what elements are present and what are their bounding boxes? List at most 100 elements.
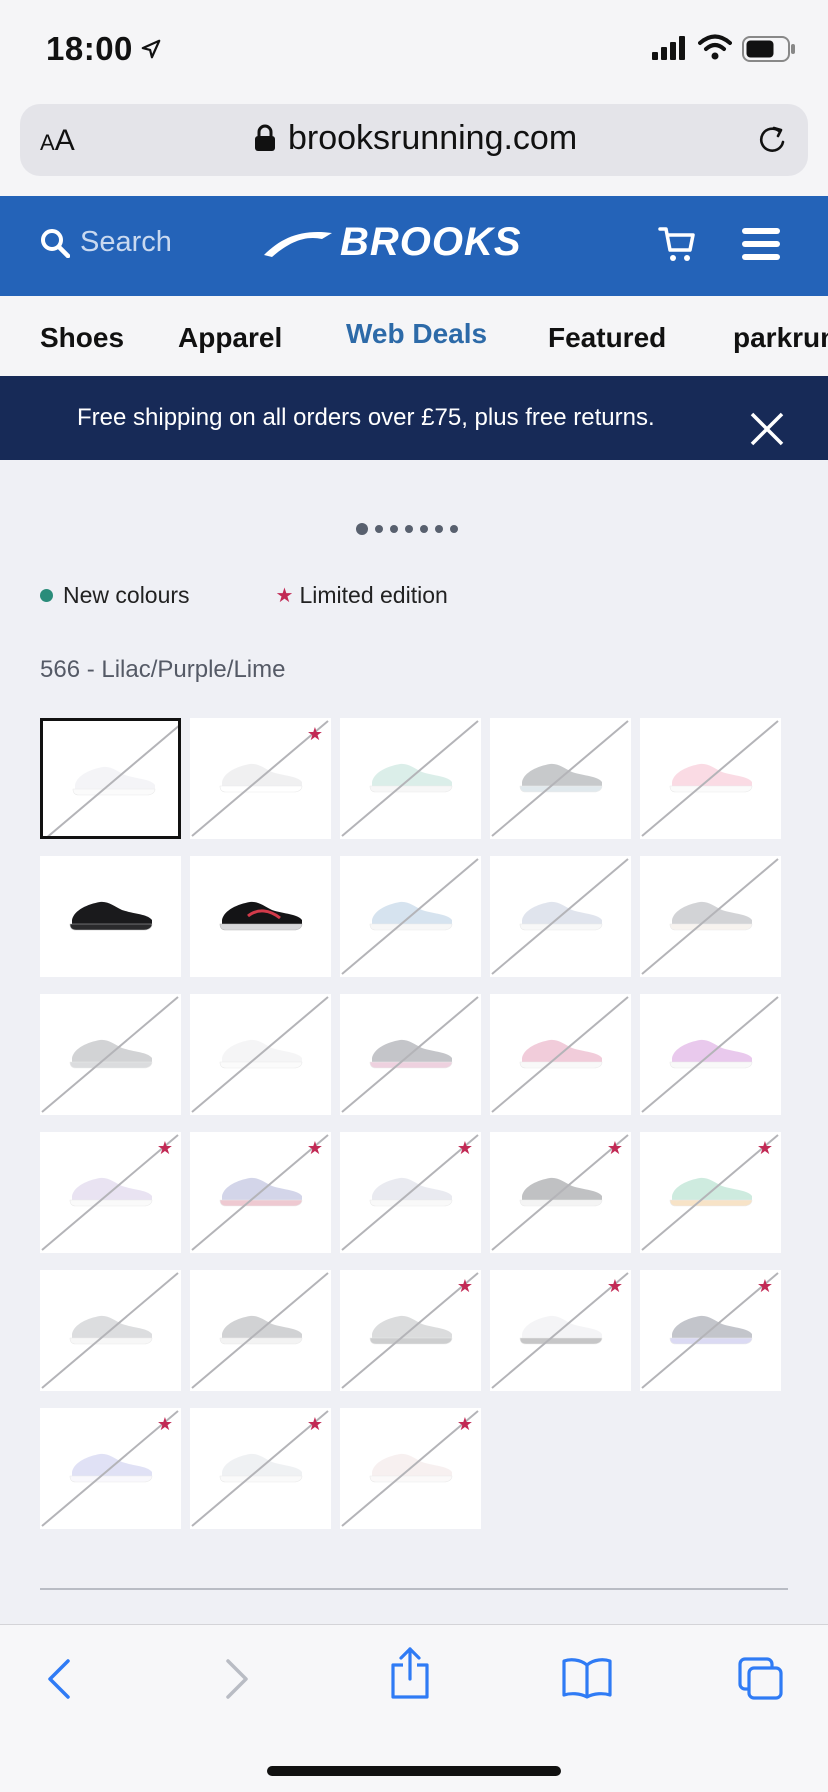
limited-edition-star-icon: ★: [756, 1276, 773, 1296]
unavailable-slash-icon: [641, 720, 779, 837]
limited-edition-star-icon: ★: [156, 1138, 173, 1158]
shoe-thumbnail: [219, 901, 303, 931]
browser-address-area: AA brooksrunning.com: [0, 100, 828, 196]
legend-new-colours: New colours: [63, 582, 190, 608]
location-arrow-icon: [141, 39, 161, 59]
hamburger-menu-icon[interactable]: [742, 228, 780, 260]
colour-swatch[interactable]: ★: [640, 1270, 781, 1391]
carousel-dots[interactable]: [356, 523, 458, 535]
colour-swatch[interactable]: [640, 856, 781, 977]
promo-banner: Free shipping on all orders over £75, pl…: [0, 376, 828, 460]
wifi-icon: [698, 34, 732, 60]
colour-swatch[interactable]: [40, 1270, 181, 1391]
colour-swatch[interactable]: ★: [490, 1270, 631, 1391]
unavailable-slash-icon: [341, 720, 479, 837]
colour-swatch[interactable]: ★: [340, 1132, 481, 1253]
swatch-legend: New colours ★ Limited edition: [40, 582, 448, 609]
site-header: Search BROOKS: [0, 196, 828, 296]
unavailable-slash-icon: [191, 996, 329, 1113]
colour-swatch[interactable]: [490, 718, 631, 839]
carousel-dot[interactable]: [450, 525, 458, 533]
unavailable-slash-icon: [191, 1272, 329, 1389]
colour-swatch[interactable]: ★: [40, 1408, 181, 1529]
colour-swatch[interactable]: [490, 994, 631, 1115]
lock-icon: [255, 124, 275, 151]
limited-edition-star-icon: ★: [306, 1414, 323, 1434]
cart-icon[interactable]: [658, 224, 698, 264]
shoe-thumbnail: [69, 901, 153, 931]
colour-swatch[interactable]: [40, 856, 181, 977]
tab-shoes[interactable]: Shoes: [40, 322, 124, 354]
colour-swatch[interactable]: ★: [340, 1408, 481, 1529]
carousel-dot[interactable]: [435, 525, 443, 533]
share-icon[interactable]: [389, 1647, 431, 1699]
promo-text: Free shipping on all orders over £75, pl…: [77, 404, 655, 431]
bookmarks-icon[interactable]: [562, 1657, 612, 1699]
url-text[interactable]: brooksrunning.com: [288, 119, 577, 158]
limited-edition-star-icon: ★: [306, 1138, 323, 1158]
colour-swatch[interactable]: ★: [190, 1132, 331, 1253]
colour-swatch[interactable]: [40, 718, 181, 839]
tab-web-deals[interactable]: Web Deals: [346, 318, 487, 350]
text-size-button[interactable]: AA: [40, 124, 75, 158]
limited-edition-star-icon: ★: [156, 1414, 173, 1434]
colour-swatch[interactable]: [190, 994, 331, 1115]
limited-edition-star-icon: ★: [606, 1138, 623, 1158]
colour-swatch[interactable]: ★: [40, 1132, 181, 1253]
address-bar[interactable]: AA brooksrunning.com: [20, 104, 808, 176]
limited-edition-star-icon: ★: [606, 1276, 623, 1296]
carousel-dot[interactable]: [390, 525, 398, 533]
limited-edition-star-icon: ★: [456, 1276, 473, 1296]
colour-swatch[interactable]: [640, 718, 781, 839]
unavailable-slash-icon: [491, 996, 629, 1113]
cellular-signal-icon: [652, 36, 685, 60]
carousel-dot[interactable]: [405, 525, 413, 533]
carousel-dot[interactable]: [356, 523, 368, 535]
limited-edition-star-icon: ★: [456, 1414, 473, 1434]
brooks-logo[interactable]: BROOKS: [262, 220, 522, 265]
colour-swatch[interactable]: [40, 994, 181, 1115]
tab-parkrun[interactable]: parkrun: [733, 322, 828, 354]
status-bar: 18:00: [0, 0, 828, 100]
colour-swatch[interactable]: ★: [190, 1408, 331, 1529]
limited-star-icon: ★: [275, 585, 294, 607]
search-icon: [41, 228, 70, 258]
tab-apparel[interactable]: Apparel: [178, 322, 282, 354]
selected-colour-label: 566 - Lilac/Purple/Lime: [40, 656, 286, 683]
home-indicator: [267, 1766, 561, 1776]
logo-text: BROOKS: [340, 220, 522, 264]
unavailable-slash-icon: [491, 720, 629, 837]
colour-swatch[interactable]: [340, 718, 481, 839]
colour-swatch[interactable]: ★: [340, 1270, 481, 1391]
tabs-icon[interactable]: [738, 1657, 784, 1701]
unavailable-slash-icon: [41, 996, 179, 1113]
colour-swatch[interactable]: [340, 994, 481, 1115]
reload-icon[interactable]: [757, 124, 789, 156]
carousel-dot[interactable]: [375, 525, 383, 533]
category-nav: Shoes Apparel Web Deals Featured parkrun: [0, 296, 828, 376]
back-icon[interactable]: [44, 1657, 74, 1701]
colour-swatch[interactable]: ★: [640, 1132, 781, 1253]
tab-featured[interactable]: Featured: [548, 322, 666, 354]
unavailable-slash-icon: [46, 725, 178, 836]
colour-swatch[interactable]: [190, 856, 331, 977]
unavailable-slash-icon: [491, 858, 629, 975]
colour-swatch[interactable]: [190, 1270, 331, 1391]
limited-edition-star-icon: ★: [456, 1138, 473, 1158]
unavailable-slash-icon: [341, 996, 479, 1113]
status-time: 18:00: [46, 30, 133, 67]
colour-swatch[interactable]: [340, 856, 481, 977]
unavailable-slash-icon: [641, 996, 779, 1113]
close-icon[interactable]: [750, 412, 784, 446]
colour-swatch[interactable]: ★: [190, 718, 331, 839]
new-colours-dot-icon: [40, 589, 53, 602]
carousel-dot[interactable]: [420, 525, 428, 533]
unavailable-slash-icon: [41, 1272, 179, 1389]
battery-icon: [742, 36, 795, 62]
search-button[interactable]: Search: [40, 226, 172, 259]
colour-swatch[interactable]: [640, 994, 781, 1115]
forward-icon[interactable]: [222, 1657, 252, 1701]
colour-swatch[interactable]: ★: [490, 1132, 631, 1253]
colour-swatch[interactable]: [490, 856, 631, 977]
limited-edition-star-icon: ★: [756, 1138, 773, 1158]
